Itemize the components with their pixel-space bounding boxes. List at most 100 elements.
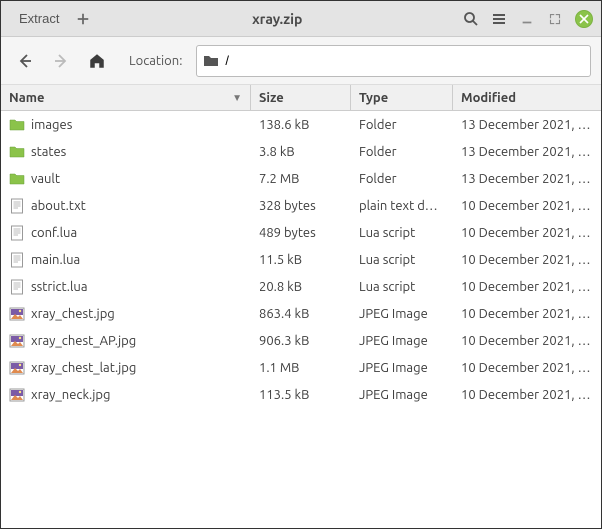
cell-name: about.txt [1, 198, 251, 214]
text-file-icon [9, 252, 25, 268]
cell-modified: 13 December 2021, … [453, 145, 601, 159]
file-row[interactable]: xray_neck.jpg113.5 kBJPEG Image10 Decemb… [1, 381, 601, 408]
image-file-icon [9, 306, 25, 322]
text-file-icon [9, 279, 25, 295]
column-header-label: Name [9, 91, 44, 105]
cell-modified: 10 December 2021, … [453, 253, 601, 267]
file-row[interactable]: xray_chest_lat.jpg 1.1 MBJPEG Image10 Dec… [1, 354, 601, 381]
image-file-icon [9, 360, 25, 376]
archive-manager-window: Extract xray.zip Location: [0, 0, 602, 529]
location-label: Location: [129, 54, 182, 68]
cell-name: xray_chest_lat.jpg [1, 360, 251, 376]
folder-icon [9, 144, 25, 160]
sort-indicator-icon: ▼ [232, 92, 242, 104]
cell-size: 113.5 kB [251, 388, 351, 402]
file-row[interactable]: main.lua 11.5 kBLua script10 December 202… [1, 246, 601, 273]
menu-button[interactable] [485, 5, 513, 33]
cell-size: 1.1 MB [251, 361, 351, 375]
cell-size: 138.6 kB [251, 118, 351, 132]
file-name: vault [31, 172, 60, 186]
cell-modified: 10 December 2021, … [453, 334, 601, 348]
file-row[interactable]: conf.lua489 bytesLua script10 December 2… [1, 219, 601, 246]
maximize-icon [549, 13, 561, 25]
maximize-button[interactable] [541, 5, 569, 33]
cell-modified: 13 December 2021, … [453, 118, 601, 132]
image-file-icon [9, 387, 25, 403]
image-file-icon [9, 333, 25, 349]
cell-name: sstrict.lua [1, 279, 251, 295]
file-row[interactable]: states3.8 kBFolder13 December 2021, … [1, 138, 601, 165]
cell-size: 11.5 kB [251, 253, 351, 267]
cell-modified: 10 December 2021, … [453, 388, 601, 402]
new-tab-button[interactable] [69, 5, 97, 33]
column-header-size[interactable]: Size [251, 85, 351, 110]
cell-modified: 10 December 2021, … [453, 199, 601, 213]
column-header-modified[interactable]: Modified [453, 85, 601, 110]
cell-name: xray_chest.jpg [1, 306, 251, 322]
column-header-name[interactable]: Name ▼ [1, 85, 251, 110]
search-icon [463, 11, 479, 27]
cell-size: 906.3 kB [251, 334, 351, 348]
cell-type: JPEG Image [351, 361, 453, 375]
cell-type: JPEG Image [351, 388, 453, 402]
file-name: sstrict.lua [31, 280, 88, 294]
folder-icon [9, 171, 25, 187]
navigation-toolbar: Location: [1, 37, 601, 85]
file-list: images138.6 kBFolder13 December 2021, …s… [1, 111, 601, 528]
file-row[interactable]: images138.6 kBFolder13 December 2021, … [1, 111, 601, 138]
cell-name: xray_chest_AP.jpg [1, 333, 251, 349]
minimize-icon [520, 12, 534, 26]
cell-name: vault [1, 171, 251, 187]
cell-name: xray_neck.jpg [1, 387, 251, 403]
file-row[interactable]: xray_chest_AP.jpg 906.3 kBJPEG Image10 De… [1, 327, 601, 354]
cell-modified: 10 December 2021, … [453, 361, 601, 375]
cell-type: JPEG Image [351, 307, 453, 321]
search-button[interactable] [457, 5, 485, 33]
home-icon [88, 52, 106, 70]
folder-icon [9, 117, 25, 133]
window-title: xray.zip [97, 11, 457, 27]
cell-size: 328 bytes [251, 199, 351, 213]
close-button[interactable] [575, 10, 593, 28]
file-row[interactable]: xray_chest.jpg863.4 kBJPEG Image10 Decem… [1, 300, 601, 327]
file-row[interactable]: about.txt328 bytesplain text do…10 Decem… [1, 192, 601, 219]
file-name: states [31, 145, 66, 159]
cell-type: Lua script [351, 280, 453, 294]
cell-type: Lua script [351, 253, 453, 267]
cell-type: Folder [351, 145, 453, 159]
back-button[interactable] [11, 47, 39, 75]
column-header-label: Type [359, 91, 388, 105]
column-header-label: Size [259, 91, 284, 105]
cell-name: conf.lua [1, 225, 251, 241]
location-field[interactable] [196, 45, 591, 77]
close-icon [579, 14, 589, 24]
file-name: xray_chest.jpg [31, 307, 115, 321]
column-header-type[interactable]: Type [351, 85, 453, 110]
file-name: xray_chest_lat.jpg [31, 361, 136, 375]
folder-icon [203, 53, 219, 69]
file-row[interactable]: sstrict.lua20.8 kBLua script10 December … [1, 273, 601, 300]
cell-size: 863.4 kB [251, 307, 351, 321]
home-button[interactable] [83, 47, 111, 75]
arrow-left-icon [17, 53, 33, 69]
text-file-icon [9, 198, 25, 214]
cell-modified: 10 December 2021, … [453, 226, 601, 240]
cell-size: 7.2 MB [251, 172, 351, 186]
cell-type: Folder [351, 172, 453, 186]
location-input[interactable] [225, 53, 584, 68]
cell-type: JPEG Image [351, 334, 453, 348]
minimize-button[interactable] [513, 5, 541, 33]
file-row[interactable]: vault7.2 MBFolder13 December 2021, … [1, 165, 601, 192]
column-header-label: Modified [461, 91, 516, 105]
file-name: main.lua [31, 253, 80, 267]
column-headers: Name ▼ Size Type Modified [1, 85, 601, 111]
file-name: xray_chest_AP.jpg [31, 334, 136, 348]
extract-button[interactable]: Extract [9, 7, 69, 30]
plus-icon [76, 12, 90, 26]
arrow-right-icon [53, 53, 69, 69]
cell-modified: 10 December 2021, … [453, 280, 601, 294]
file-name: images [31, 118, 72, 132]
forward-button[interactable] [47, 47, 75, 75]
cell-type: Lua script [351, 226, 453, 240]
cell-type: plain text do… [351, 199, 453, 213]
